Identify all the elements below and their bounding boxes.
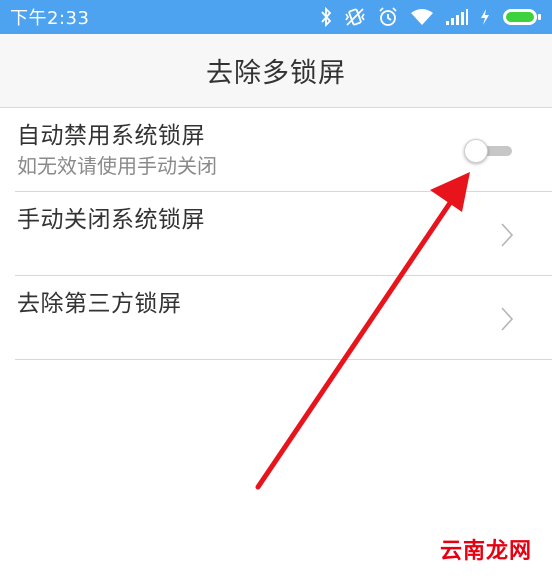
list-item-title: 自动禁用系统锁屏 bbox=[17, 123, 205, 149]
wifi-icon bbox=[410, 8, 434, 26]
chevron-right-icon bbox=[500, 306, 514, 332]
list-item-manual-close-lockscreen[interactable]: 手动关闭系统锁屏 bbox=[15, 192, 552, 276]
vibrate-icon bbox=[344, 7, 366, 27]
list-item-auto-disable-lockscreen[interactable]: 自动禁用系统锁屏 如无效请使用手动关闭 bbox=[15, 108, 552, 192]
alarm-icon bbox=[378, 7, 398, 27]
status-time: 下午2:33 bbox=[10, 8, 90, 29]
charging-icon bbox=[480, 9, 490, 25]
chevron-right-icon bbox=[500, 222, 514, 248]
header: 去除多锁屏 bbox=[0, 34, 552, 108]
list-item-title: 手动关闭系统锁屏 bbox=[17, 207, 205, 233]
settings-list: 自动禁用系统锁屏 如无效请使用手动关闭 手动关闭系统锁屏 去除第三方锁屏 bbox=[0, 108, 552, 360]
bluetooth-icon bbox=[320, 7, 332, 27]
page-title: 去除多锁屏 bbox=[206, 58, 346, 89]
list-item-title: 去除第三方锁屏 bbox=[17, 291, 182, 317]
toggle-knob bbox=[464, 139, 488, 163]
list-item-subtitle: 如无效请使用手动关闭 bbox=[17, 154, 217, 178]
status-icons bbox=[320, 7, 542, 27]
watermark-logo: 云南龙网 bbox=[439, 539, 532, 564]
list-item-remove-third-party-lockscreen[interactable]: 去除第三方锁屏 bbox=[15, 276, 552, 360]
auto-disable-toggle[interactable] bbox=[464, 139, 514, 163]
status-bar: 下午2:33 bbox=[0, 0, 552, 34]
signal-icon bbox=[446, 9, 468, 25]
battery-icon bbox=[502, 8, 542, 26]
